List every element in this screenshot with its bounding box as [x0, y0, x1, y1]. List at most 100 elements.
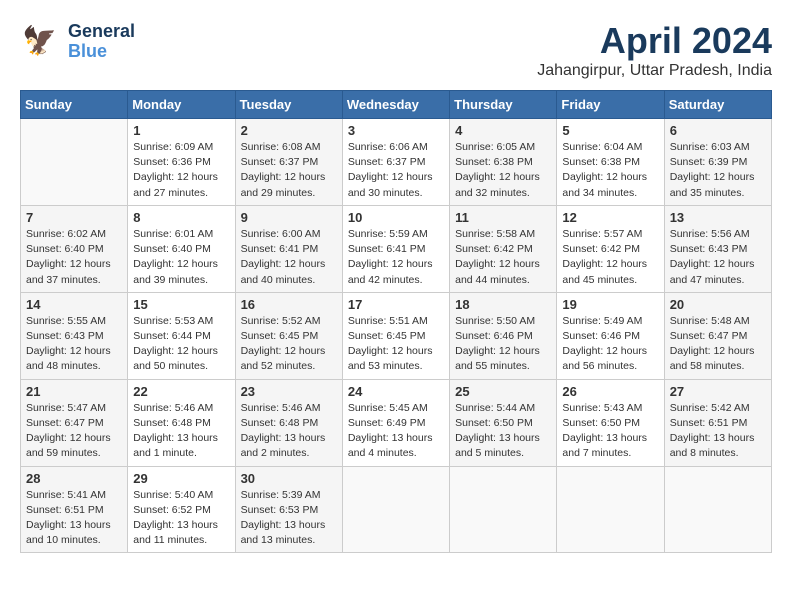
day-number: 4	[455, 123, 551, 138]
day-number: 14	[26, 297, 122, 312]
day-info: Sunrise: 6:08 AM Sunset: 6:37 PM Dayligh…	[241, 140, 337, 201]
day-number: 13	[670, 210, 766, 225]
calendar-header: SundayMondayTuesdayWednesdayThursdayFrid…	[21, 91, 772, 119]
weekday-header-sunday: Sunday	[21, 91, 128, 119]
calendar-cell: 28 Sunrise: 5:41 AM Sunset: 6:51 PM Dayli…	[21, 466, 128, 553]
logo-text: General Blue	[68, 22, 135, 62]
day-number: 22	[133, 384, 229, 399]
day-info: Sunrise: 5:40 AM Sunset: 6:52 PM Dayligh…	[133, 488, 229, 549]
calendar-cell: 12Sunrise: 5:57 AM Sunset: 6:42 PM Dayli…	[557, 205, 664, 292]
calendar-week-3: 14 Sunrise: 5:55 AM Sunset: 6:43 PM Dayli…	[21, 292, 772, 379]
calendar-cell	[342, 466, 449, 553]
day-number: 27	[670, 384, 766, 399]
day-number: 16	[241, 297, 337, 312]
calendar-cell: 18 Sunrise: 5:50 AM Sunset: 6:46 PM Dayli…	[450, 292, 557, 379]
calendar-cell: 27 Sunrise: 5:42 AM Sunset: 6:51 PM Dayli…	[664, 379, 771, 466]
day-info: Sunrise: 6:00 AM Sunset: 6:41 PM Dayligh…	[241, 227, 337, 288]
logo: 🦅 General Blue	[20, 20, 135, 64]
calendar-cell: 30 Sunrise: 5:39 AM Sunset: 6:53 PM Dayli…	[235, 466, 342, 553]
calendar-cell: 2Sunrise: 6:08 AM Sunset: 6:37 PM Daylig…	[235, 119, 342, 206]
calendar-cell: 3Sunrise: 6:06 AM Sunset: 6:37 PM Daylig…	[342, 119, 449, 206]
logo-general: General	[68, 22, 135, 42]
day-number: 25	[455, 384, 551, 399]
calendar-cell: 29 Sunrise: 5:40 AM Sunset: 6:52 PM Dayli…	[128, 466, 235, 553]
calendar-cell: 7 Sunrise: 6:02 AM Sunset: 6:40 PM Daylig…	[21, 205, 128, 292]
day-number: 7	[26, 210, 122, 225]
calendar-cell: 9 Sunrise: 6:00 AM Sunset: 6:41 PM Daylig…	[235, 205, 342, 292]
day-number: 11	[455, 210, 551, 225]
title-area: April 2024 Jahangirpur, Uttar Pradesh, I…	[537, 20, 772, 80]
calendar-cell: 10Sunrise: 5:59 AM Sunset: 6:41 PM Dayli…	[342, 205, 449, 292]
day-info: Sunrise: 5:46 AM Sunset: 6:48 PM Dayligh…	[133, 401, 229, 462]
calendar-cell: 16 Sunrise: 5:52 AM Sunset: 6:45 PM Dayli…	[235, 292, 342, 379]
day-info: Sunrise: 5:41 AM Sunset: 6:51 PM Dayligh…	[26, 488, 122, 549]
location: Jahangirpur, Uttar Pradesh, India	[537, 62, 772, 80]
calendar-cell: 5Sunrise: 6:04 AM Sunset: 6:38 PM Daylig…	[557, 119, 664, 206]
calendar-week-2: 7 Sunrise: 6:02 AM Sunset: 6:40 PM Daylig…	[21, 205, 772, 292]
logo-bird-icon: 🦅	[20, 20, 64, 64]
calendar-cell: 14 Sunrise: 5:55 AM Sunset: 6:43 PM Dayli…	[21, 292, 128, 379]
calendar-cell: 23 Sunrise: 5:46 AM Sunset: 6:48 PM Dayli…	[235, 379, 342, 466]
day-number: 28	[26, 471, 122, 486]
day-info: Sunrise: 5:39 AM Sunset: 6:53 PM Dayligh…	[241, 488, 337, 549]
calendar-cell: 8Sunrise: 6:01 AM Sunset: 6:40 PM Daylig…	[128, 205, 235, 292]
day-info: Sunrise: 5:53 AM Sunset: 6:44 PM Dayligh…	[133, 314, 229, 375]
calendar-cell: 13 Sunrise: 5:56 AM Sunset: 6:43 PM Dayli…	[664, 205, 771, 292]
calendar: SundayMondayTuesdayWednesdayThursdayFrid…	[20, 90, 772, 553]
day-info: Sunrise: 5:45 AM Sunset: 6:49 PM Dayligh…	[348, 401, 444, 462]
svg-text:🦅: 🦅	[22, 23, 57, 57]
day-info: Sunrise: 6:03 AM Sunset: 6:39 PM Dayligh…	[670, 140, 766, 201]
day-number: 18	[455, 297, 551, 312]
day-number: 17	[348, 297, 444, 312]
day-info: Sunrise: 5:50 AM Sunset: 6:46 PM Dayligh…	[455, 314, 551, 375]
day-number: 6	[670, 123, 766, 138]
day-info: Sunrise: 5:52 AM Sunset: 6:45 PM Dayligh…	[241, 314, 337, 375]
day-number: 29	[133, 471, 229, 486]
day-info: Sunrise: 6:05 AM Sunset: 6:38 PM Dayligh…	[455, 140, 551, 201]
day-info: Sunrise: 5:43 AM Sunset: 6:50 PM Dayligh…	[562, 401, 658, 462]
day-info: Sunrise: 5:46 AM Sunset: 6:48 PM Dayligh…	[241, 401, 337, 462]
calendar-week-4: 21Sunrise: 5:47 AM Sunset: 6:47 PM Dayli…	[21, 379, 772, 466]
day-number: 30	[241, 471, 337, 486]
calendar-cell	[664, 466, 771, 553]
day-info: Sunrise: 5:59 AM Sunset: 6:41 PM Dayligh…	[348, 227, 444, 288]
weekday-header-friday: Friday	[557, 91, 664, 119]
calendar-cell	[450, 466, 557, 553]
day-number: 21	[26, 384, 122, 399]
calendar-cell: 21Sunrise: 5:47 AM Sunset: 6:47 PM Dayli…	[21, 379, 128, 466]
calendar-cell: 1 Sunrise: 6:09 AM Sunset: 6:36 PM Daylig…	[128, 119, 235, 206]
day-info: Sunrise: 5:44 AM Sunset: 6:50 PM Dayligh…	[455, 401, 551, 462]
day-info: Sunrise: 6:09 AM Sunset: 6:36 PM Dayligh…	[133, 140, 229, 201]
weekday-header-monday: Monday	[128, 91, 235, 119]
day-number: 20	[670, 297, 766, 312]
calendar-cell: 4 Sunrise: 6:05 AM Sunset: 6:38 PM Daylig…	[450, 119, 557, 206]
logo-blue: Blue	[68, 42, 135, 62]
day-number: 15	[133, 297, 229, 312]
day-info: Sunrise: 5:51 AM Sunset: 6:45 PM Dayligh…	[348, 314, 444, 375]
calendar-cell: 17 Sunrise: 5:51 AM Sunset: 6:45 PM Dayli…	[342, 292, 449, 379]
calendar-cell: 22 Sunrise: 5:46 AM Sunset: 6:48 PM Dayli…	[128, 379, 235, 466]
day-info: Sunrise: 5:48 AM Sunset: 6:47 PM Dayligh…	[670, 314, 766, 375]
weekday-header-thursday: Thursday	[450, 91, 557, 119]
calendar-week-1: 1 Sunrise: 6:09 AM Sunset: 6:36 PM Daylig…	[21, 119, 772, 206]
calendar-cell: 25 Sunrise: 5:44 AM Sunset: 6:50 PM Dayli…	[450, 379, 557, 466]
calendar-cell	[557, 466, 664, 553]
calendar-cell: 19 Sunrise: 5:49 AM Sunset: 6:46 PM Dayli…	[557, 292, 664, 379]
day-number: 23	[241, 384, 337, 399]
day-number: 12	[562, 210, 658, 225]
day-info: Sunrise: 5:49 AM Sunset: 6:46 PM Dayligh…	[562, 314, 658, 375]
day-number: 1	[133, 123, 229, 138]
day-info: Sunrise: 5:56 AM Sunset: 6:43 PM Dayligh…	[670, 227, 766, 288]
day-info: Sunrise: 5:55 AM Sunset: 6:43 PM Dayligh…	[26, 314, 122, 375]
calendar-cell: 11Sunrise: 5:58 AM Sunset: 6:42 PM Dayli…	[450, 205, 557, 292]
day-number: 9	[241, 210, 337, 225]
calendar-cell: 20 Sunrise: 5:48 AM Sunset: 6:47 PM Dayli…	[664, 292, 771, 379]
day-info: Sunrise: 5:42 AM Sunset: 6:51 PM Dayligh…	[670, 401, 766, 462]
weekday-header-tuesday: Tuesday	[235, 91, 342, 119]
weekday-row: SundayMondayTuesdayWednesdayThursdayFrid…	[21, 91, 772, 119]
day-number: 24	[348, 384, 444, 399]
day-number: 19	[562, 297, 658, 312]
day-info: Sunrise: 6:02 AM Sunset: 6:40 PM Dayligh…	[26, 227, 122, 288]
calendar-week-5: 28 Sunrise: 5:41 AM Sunset: 6:51 PM Dayli…	[21, 466, 772, 553]
day-number: 3	[348, 123, 444, 138]
